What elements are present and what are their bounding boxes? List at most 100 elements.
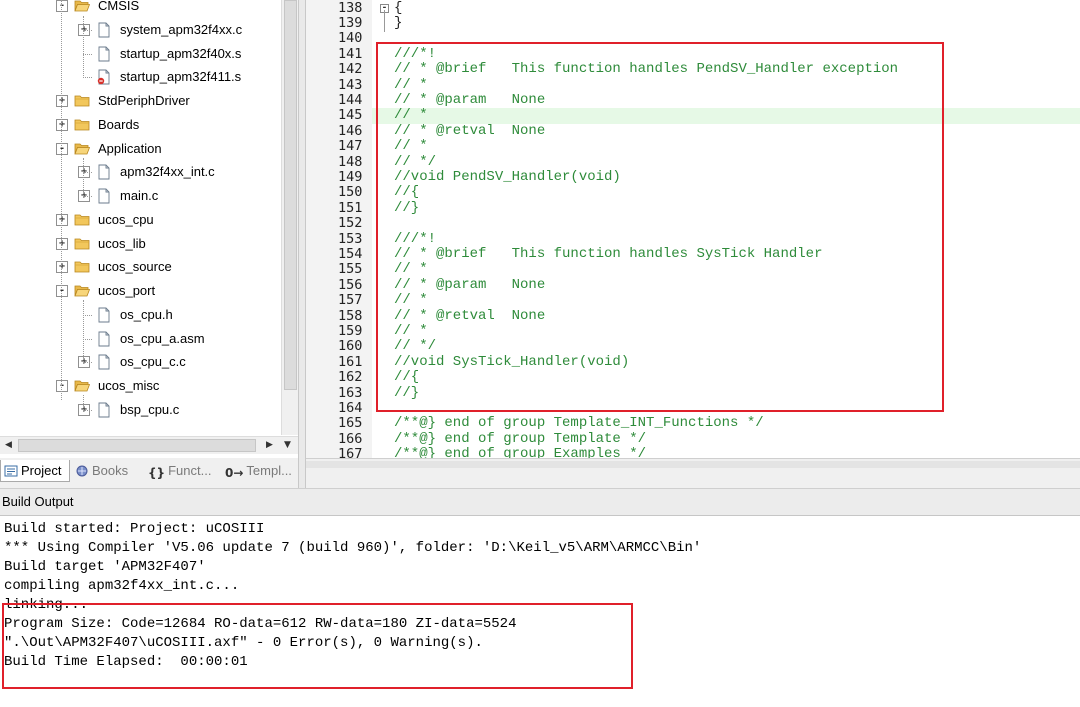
code-line[interactable]: 157 // * — [306, 292, 1080, 309]
code-line[interactable]: 142 // * @brief This function handles Pen… — [306, 61, 1080, 78]
collapse-toggle-icon[interactable]: - — [56, 380, 68, 392]
tree-item-label: bsp_cpu.c — [120, 401, 180, 417]
code-text: ///*! — [394, 230, 437, 247]
code-text: } — [394, 14, 403, 31]
code-editor[interactable]: 138-{139} 140 141///*! 142// * @brief This … — [306, 0, 1080, 458]
tree-item-label: CMSIS — [98, 0, 140, 13]
tree-guide-line — [83, 16, 84, 78]
collapse-toggle-icon[interactable]: - — [56, 142, 68, 155]
collapse-toggle-icon[interactable]: - — [56, 0, 68, 12]
code-text: //void PendSV_Handler(void) — [394, 168, 621, 185]
line-number: 163 — [338, 384, 363, 401]
tree-guide-line — [83, 158, 84, 198]
code-text: // */ — [394, 338, 437, 355]
code-line[interactable]: 154 // * @brief This function handles Sys… — [306, 245, 1080, 262]
code-line[interactable]: 163 //} — [306, 384, 1080, 401]
file-icon — [96, 46, 112, 62]
panel-tabs: Project Books{} Funct... 0→ Templ... — [0, 458, 300, 484]
tab-templ[interactable]: 0→ Templ... — [222, 460, 298, 481]
line-number: 162 — [338, 369, 363, 386]
code-text: // * @brief This function handles SysTic… — [394, 245, 823, 262]
file-icon — [96, 22, 112, 38]
tab-funct[interactable]: {} Funct... — [145, 460, 219, 481]
tab-label: Templ... — [246, 463, 292, 478]
line-number: 139 — [338, 14, 363, 31]
tree-vscroll-thumb[interactable] — [284, 0, 297, 390]
code-line[interactable]: 148 // */ — [306, 153, 1080, 170]
code-line[interactable]: 155 // * — [306, 261, 1080, 278]
folder-open-icon — [74, 283, 91, 299]
code-text: // * — [394, 107, 428, 124]
code-text: // * — [394, 292, 428, 309]
folder-icon — [74, 259, 90, 275]
code-line[interactable]: 146 // * @retval None — [306, 122, 1080, 139]
code-text: /**@} end of group Template_INT_Function… — [394, 415, 764, 432]
expand-toggle-icon[interactable]: + — [56, 237, 68, 250]
code-line[interactable]: 165 /**@} end of group Template_INT_Funct… — [306, 415, 1080, 432]
code-line[interactable]: 139} — [306, 14, 1080, 31]
scroll-right-icon[interactable]: ▶ — [262, 438, 277, 453]
tree-item-label: startup_apm32f411.s — [120, 69, 242, 85]
build-output-panel[interactable]: Build started: Project: uCOSIII *** Using… — [0, 515, 1080, 707]
code-text: //{ — [394, 184, 420, 201]
code-line[interactable]: 138-{ — [306, 0, 1080, 16]
code-line[interactable]: 149 //void PendSV_Handler(void) — [306, 168, 1080, 185]
line-number: 144 — [338, 91, 363, 108]
expand-toggle-icon[interactable]: + — [56, 213, 68, 226]
code-line[interactable]: 152 — [306, 215, 1080, 231]
tab-project[interactable]: Project — [0, 460, 70, 482]
tree-item-label: ucos_lib — [98, 235, 146, 251]
line-number: 156 — [338, 276, 363, 293]
code-text: // * @retval None — [394, 122, 546, 139]
code-line[interactable]: 143 // * — [306, 76, 1080, 93]
tree-item-label: Boards — [98, 116, 140, 132]
code-line[interactable]: 166 /**@} end of group Template */ — [306, 431, 1080, 447]
collapse-toggle-icon[interactable]: - — [56, 285, 68, 297]
expand-toggle-icon[interactable]: + — [56, 118, 68, 131]
project-tree[interactable]: - CMSIS + system_apm32f4xx.c startup_apm32f4… — [0, 0, 298, 458]
file-icon — [96, 164, 112, 180]
tree-hscroll-thumb[interactable] — [18, 439, 256, 452]
code-line[interactable]: 147 // * — [306, 138, 1080, 154]
expand-toggle-icon[interactable]: + — [56, 261, 68, 274]
build-output-line: compiling apm32f4xx_int.c... — [4, 578, 240, 594]
tab-books[interactable]: Books — [72, 460, 140, 481]
code-line[interactable]: 164 — [306, 400, 1080, 416]
code-line[interactable]: 151 //} — [306, 200, 1080, 216]
tree-vertical-scrollbar[interactable] — [281, 0, 299, 435]
code-line[interactable]: 140 — [306, 30, 1080, 46]
file-icon — [96, 402, 112, 418]
tree-guide-line — [83, 314, 92, 316]
scroll-down-icon[interactable]: ▼ — [280, 438, 295, 453]
build-output-line: linking... — [4, 597, 89, 613]
tree-item-label: ucos_source — [98, 259, 172, 275]
code-line[interactable]: 162 //{ — [306, 369, 1080, 386]
code-line[interactable]: 160 // */ — [306, 338, 1080, 355]
code-line[interactable]: 159 // * — [306, 323, 1080, 339]
line-number: 155 — [338, 261, 363, 278]
code-line[interactable]: 153 ///*! — [306, 230, 1080, 247]
line-number: 148 — [338, 153, 363, 170]
code-line[interactable]: 167 /**@} end of group Examples */ — [306, 446, 1080, 458]
tree-item-label: ucos_port — [98, 283, 156, 298]
code-line[interactable]: 161 //void SysTick_Handler(void) — [306, 354, 1080, 370]
code-line[interactable]: 141 ///*! — [306, 46, 1080, 62]
line-number: 143 — [338, 76, 363, 93]
tree-guide-line — [83, 172, 92, 174]
build-output-line: ".\Out\APM32F407\uCOSIII.axf" - 0 Error(… — [4, 635, 483, 651]
current-code-line[interactable]: 145 // * — [338, 107, 1080, 124]
panel-splitter[interactable] — [298, 0, 306, 488]
code-text: // * @brief This function handles PendSV… — [394, 61, 899, 78]
code-line[interactable]: 158 // * @retval None — [306, 308, 1080, 324]
folder-icon — [74, 117, 90, 133]
code-line[interactable]: 150 //{ — [306, 184, 1080, 201]
code-line[interactable]: 156 // * @param None — [306, 276, 1080, 293]
tree-item-label: startup_apm32f40x.s — [120, 45, 242, 61]
expand-toggle-icon[interactable]: + — [56, 95, 68, 107]
scroll-left-icon[interactable]: ◀ — [1, 438, 16, 453]
folder-icon — [74, 93, 90, 109]
file-icon — [96, 307, 112, 323]
code-line[interactable]: 144 // * @param None — [306, 91, 1080, 108]
tree-item-label: apm32f4xx_int.c — [120, 164, 215, 180]
tree-horizontal-scrollbar[interactable]: ◀ ▶ ▼ — [0, 436, 298, 454]
